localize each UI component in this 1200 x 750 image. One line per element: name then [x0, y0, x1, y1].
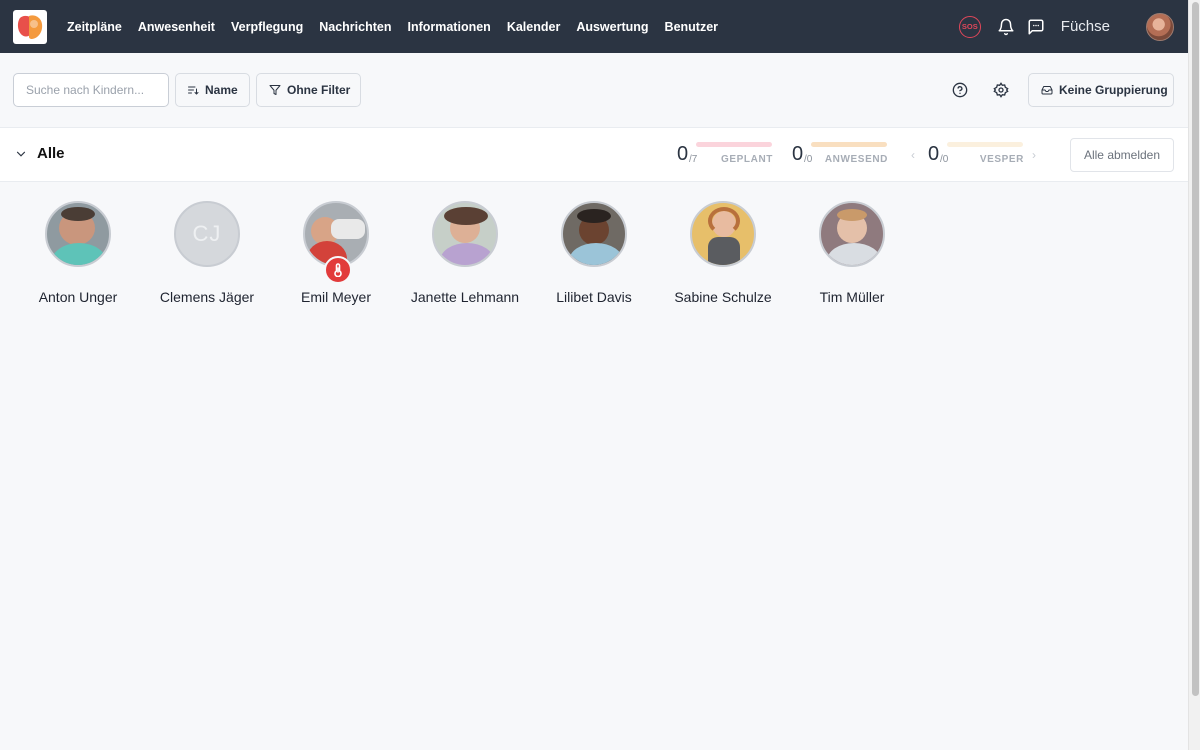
child-card[interactable]: Janette Lehmann	[405, 201, 525, 305]
child-avatar-wrap	[663, 201, 783, 271]
stat-total: /0	[804, 154, 813, 165]
stat-geplant: 0 /7 GEPLANT	[677, 142, 773, 170]
nav-item-anwesenheit[interactable]: Anwesenheit	[130, 20, 223, 34]
child-photo	[690, 201, 756, 267]
nav-item-zeitplaene[interactable]: Zeitpläne	[59, 20, 130, 34]
main-nav: Zeitpläne Anwesenheit Verpflegung Nachri…	[59, 0, 726, 53]
logout-all-button[interactable]: Alle abmelden	[1070, 138, 1174, 172]
photo-dress	[708, 237, 740, 265]
child-card[interactable]: CJ Clemens Jäger	[147, 201, 267, 305]
nav-item-benutzer[interactable]: Benutzer	[657, 20, 726, 34]
group-header: Alle 0 /7 GEPLANT 0 /0 ANWESEND ‹ 0 /0 V…	[0, 127, 1188, 182]
stat-progress-bar	[696, 142, 772, 147]
photo-shirt	[440, 243, 494, 265]
child-photo	[819, 201, 885, 267]
bell-icon[interactable]	[991, 12, 1021, 42]
child-name: Janette Lehmann	[410, 289, 520, 305]
child-card[interactable]: Tim Müller	[792, 201, 912, 305]
group-switcher[interactable]: Füchse	[1061, 18, 1110, 35]
photo-shirt	[827, 243, 881, 265]
chevron-left-icon[interactable]: ‹	[911, 148, 915, 162]
nav-item-informationen[interactable]: Informationen	[399, 20, 498, 34]
child-name: Lilibet Davis	[556, 289, 632, 305]
sort-button[interactable]: Name	[175, 73, 250, 107]
child-photo	[432, 201, 498, 267]
photo-megaphone	[331, 219, 365, 239]
inbox-icon	[1041, 86, 1053, 95]
photo-shirt	[569, 243, 623, 265]
child-name: Anton Unger	[38, 289, 118, 305]
photo-shirt	[51, 243, 107, 265]
photo-hair	[708, 207, 740, 235]
child-card[interactable]: Sabine Schulze	[663, 201, 783, 305]
filter-button[interactable]: Ohne Filter	[256, 73, 361, 107]
child-photo	[45, 201, 111, 267]
child-name: Emil Meyer	[300, 289, 371, 305]
filter-label: Ohne Filter	[287, 83, 351, 97]
nav-item-kalender[interactable]: Kalender	[499, 20, 569, 34]
child-avatar-wrap	[276, 201, 396, 284]
stat-label: GEPLANT	[721, 154, 773, 165]
photo-hair	[61, 207, 95, 221]
nav-right: SOS Füchse	[958, 0, 1174, 53]
child-card[interactable]: Lilibet Davis	[534, 201, 654, 305]
child-avatar-wrap	[792, 201, 912, 271]
stat-value: 0	[928, 143, 940, 165]
nav-item-auswertung[interactable]: Auswertung	[568, 20, 656, 34]
app-logo[interactable]	[13, 10, 47, 44]
grouping-label: Keine Gruppierung	[1059, 83, 1168, 97]
child-card[interactable]: Anton Unger	[18, 201, 138, 305]
child-card[interactable]: Emil Meyer	[276, 201, 396, 305]
stat-value: 0	[677, 143, 689, 165]
stat-label: ANWESEND	[824, 154, 888, 165]
child-name: Clemens Jäger	[159, 289, 255, 305]
stat-total: /7	[689, 154, 698, 165]
sort-icon	[188, 86, 199, 95]
user-avatar[interactable]	[1146, 12, 1174, 41]
nav-item-nachrichten[interactable]: Nachrichten	[311, 20, 399, 34]
child-avatar-wrap	[18, 201, 138, 271]
stat-total: /0	[940, 154, 949, 165]
sos-button[interactable]: SOS	[958, 15, 981, 38]
stat-label: VESPER	[979, 154, 1024, 165]
stat-vesper: 0 /0 VESPER	[928, 142, 1024, 170]
search-input[interactable]	[13, 73, 169, 107]
child-avatar-wrap	[405, 201, 525, 271]
child-avatar-wrap: CJ	[147, 201, 267, 271]
help-icon[interactable]	[950, 80, 970, 100]
settings-icon[interactable]	[991, 80, 1011, 100]
photo-hair	[837, 209, 867, 221]
scrollbar-thumb[interactable]	[1192, 2, 1199, 696]
toolbar: Name Ohne Filter Keine Gruppierung	[0, 53, 1188, 127]
stat-progress-bar	[811, 142, 887, 147]
child-avatar-wrap	[534, 201, 654, 271]
stat-value: 0	[792, 143, 804, 165]
child-initials: CJ	[192, 221, 222, 246]
child-name: Tim Müller	[819, 289, 885, 305]
scrollbar[interactable]	[1188, 0, 1200, 750]
sort-label: Name	[205, 83, 238, 97]
chat-icon[interactable]	[1021, 12, 1051, 42]
top-navigation: Zeitpläne Anwesenheit Verpflegung Nachri…	[0, 0, 1188, 53]
child-photo	[561, 201, 627, 267]
group-title: Alle	[37, 145, 65, 162]
photo-hair	[444, 207, 488, 225]
filter-icon	[269, 85, 281, 95]
nav-item-verpflegung[interactable]: Verpflegung	[223, 20, 311, 34]
stat-progress-bar	[947, 142, 1023, 147]
child-initials-avatar: CJ	[174, 201, 240, 267]
thermometer-icon[interactable]	[324, 256, 352, 284]
chevron-down-icon[interactable]	[14, 147, 28, 166]
photo-hair	[577, 209, 611, 223]
child-name: Sabine Schulze	[674, 289, 772, 305]
chevron-right-icon[interactable]: ›	[1032, 148, 1036, 162]
stat-anwesend: 0 /0 ANWESEND	[792, 142, 888, 170]
grouping-button[interactable]: Keine Gruppierung	[1028, 73, 1174, 107]
